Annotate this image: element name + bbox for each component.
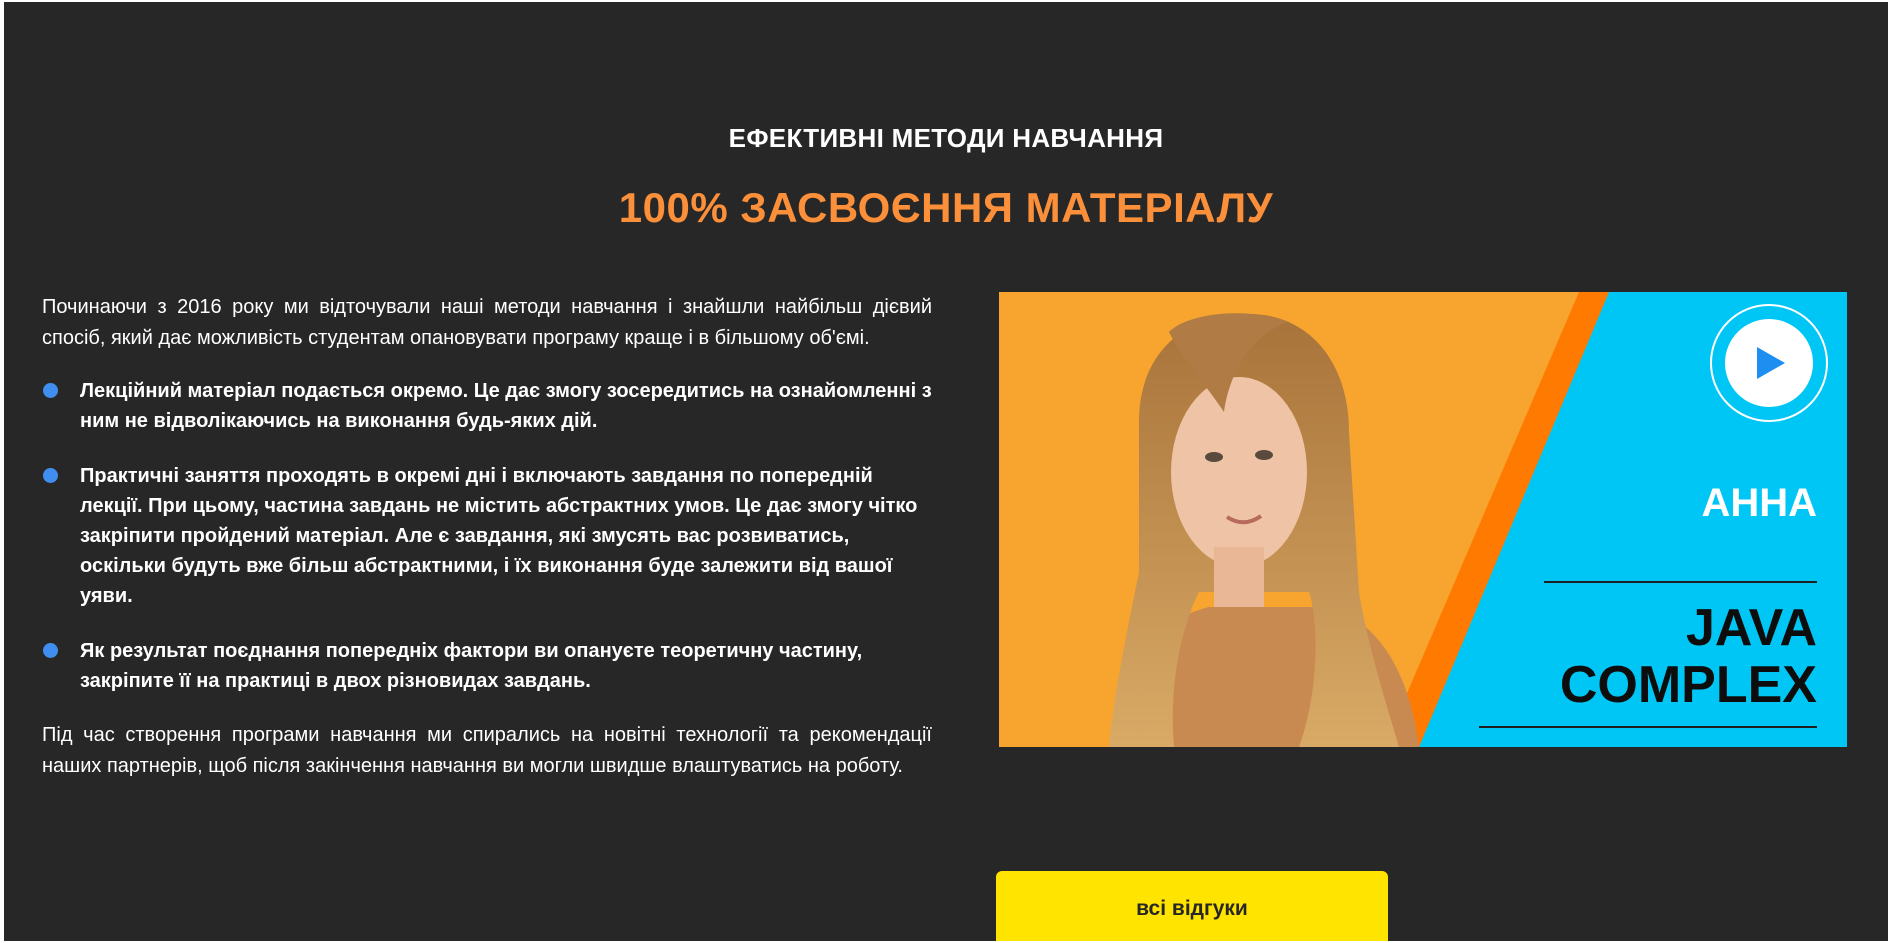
course-name-line2: COMPLEX: [1560, 656, 1817, 714]
section-eyebrow: ЕФЕКТИВНІ МЕТОДИ НАВЧАННЯ: [728, 123, 1164, 153]
play-button[interactable]: [1710, 304, 1828, 422]
methods-description: Починаючи з 2016 року ми відточували наш…: [42, 292, 932, 782]
video-testimonial-thumbnail[interactable]: АННА JAVA COMPLEX: [999, 292, 1847, 747]
video-thumbnail-art: АННА JAVA COMPLEX: [999, 292, 1847, 747]
list-item: Як результат поєднання попередніх фактор…: [42, 636, 932, 696]
bullet-dot-icon: [43, 468, 58, 483]
student-name: АННА: [1701, 481, 1817, 525]
methods-list: Лекційний матеріал подається окремо. Це …: [42, 376, 932, 696]
bullet-dot-icon: [43, 383, 58, 398]
list-item-text: Практичні заняття проходять в окремі дні…: [80, 465, 918, 607]
list-item-text: Лекційний матеріал подається окремо. Це …: [80, 380, 932, 432]
list-item: Лекційний матеріал подається окремо. Це …: [42, 376, 932, 436]
intro-paragraph: Починаючи з 2016 року ми відточували наш…: [42, 296, 932, 349]
outro-paragraph: Під час створення програми навчання ми с…: [42, 724, 932, 777]
all-reviews-button[interactable]: всі відгуки: [996, 871, 1388, 941]
list-item: Практичні заняття проходять в окремі дні…: [42, 461, 932, 611]
bullet-dot-icon: [43, 643, 58, 658]
list-item-text: Як результат поєднання попередніх фактор…: [80, 640, 863, 692]
testimonials-section: ЕФЕКТИВНІ МЕТОДИ НАВЧАННЯ 100% ЗАСВОЄННЯ…: [4, 2, 1888, 941]
section-headline: 100% ЗАСВОЄННЯ МАТЕРІАЛУ: [618, 184, 1274, 231]
course-name-line1: JAVA: [1686, 599, 1817, 657]
